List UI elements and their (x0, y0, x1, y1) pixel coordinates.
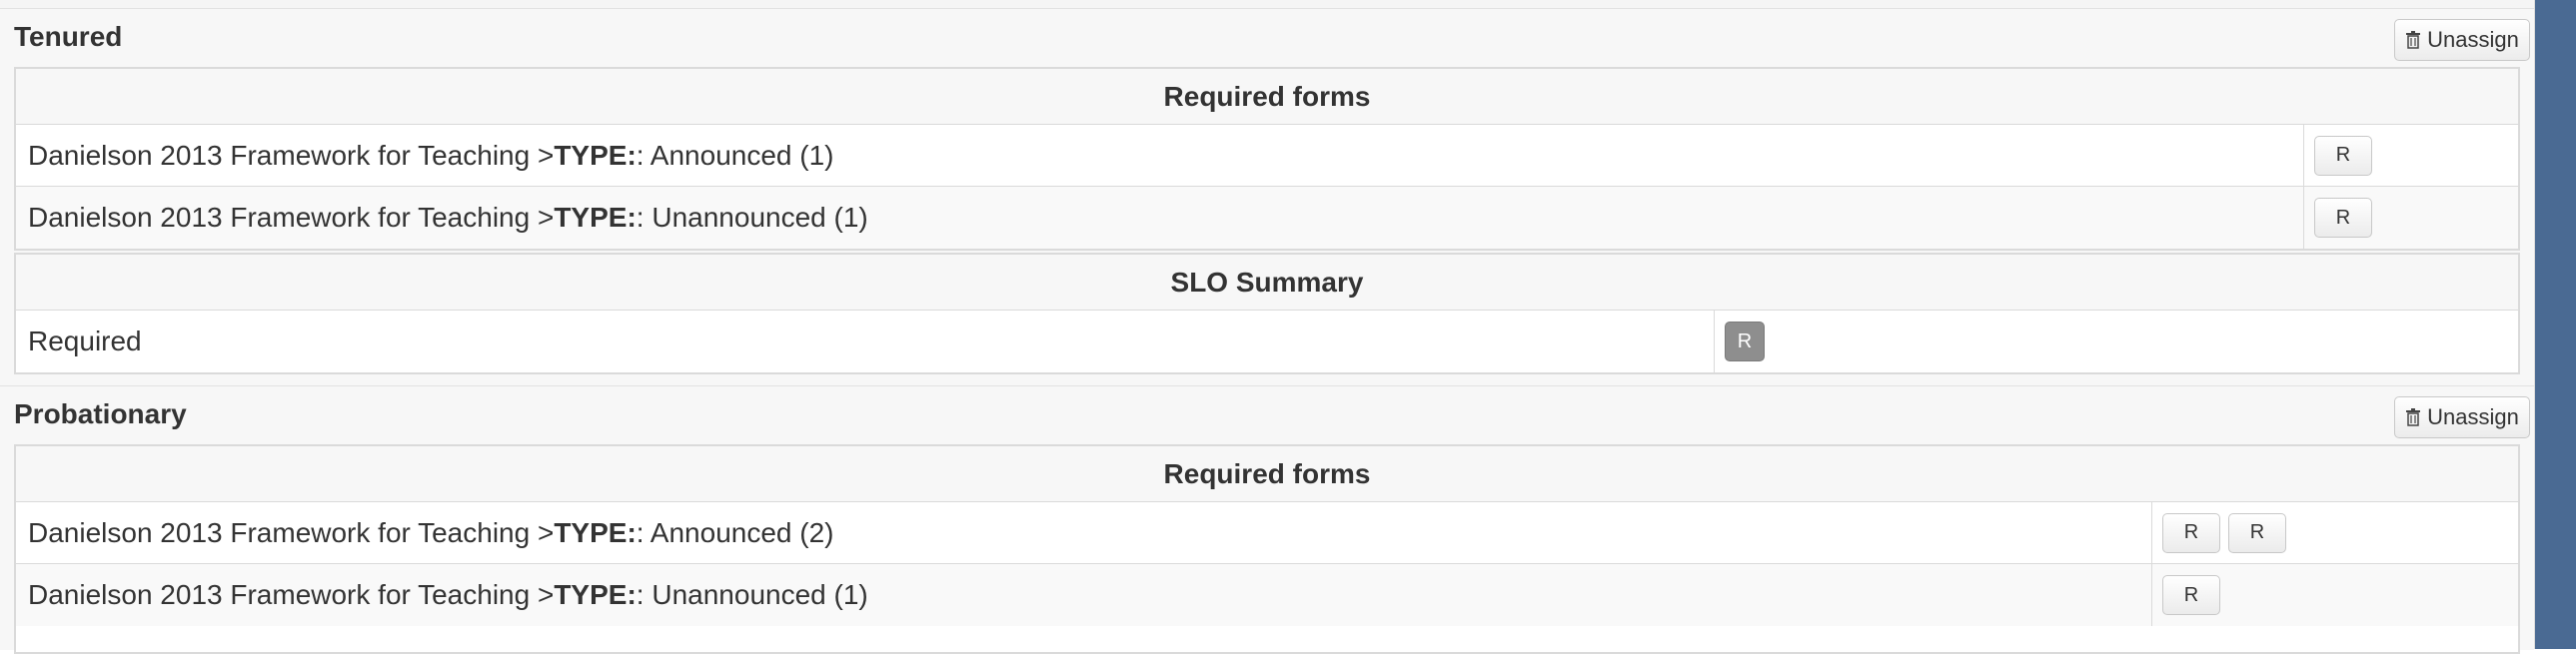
trash-icon (2406, 408, 2421, 426)
group-probationary: Probationary Unassign Required forms Dan… (0, 385, 2534, 654)
r-button[interactable]: R (1725, 322, 1765, 361)
form-actions: R R (2152, 502, 2518, 563)
form-actions: R (2152, 564, 2518, 626)
form-actions: R (2304, 125, 2518, 186)
group-title: Tenured (14, 21, 123, 52)
r-button[interactable]: R (2314, 135, 2372, 176)
slo-label: Required (16, 311, 1715, 372)
table-row: Danielson 2013 Framework for Teaching > … (16, 502, 2518, 564)
slo-summary-table: SLO Summary Required R (14, 253, 2520, 374)
trash-icon (2406, 31, 2421, 49)
table-header: Required forms (16, 446, 2518, 502)
table-row: Required R (16, 311, 2518, 372)
unassign-button[interactable]: Unassign (2394, 19, 2530, 61)
unassign-label: Unassign (2427, 27, 2519, 52)
group-tenured: Tenured Unassign Required forms Danielso… (0, 8, 2534, 388)
table-header: SLO Summary (16, 255, 2518, 311)
table-row: Danielson 2013 Framework for Teaching > … (16, 187, 2518, 249)
r-button[interactable]: R (2162, 512, 2220, 553)
scrollbar[interactable] (2535, 0, 2576, 649)
slo-actions: R (1715, 311, 2518, 372)
form-name: Danielson 2013 Framework for Teaching > … (16, 187, 2304, 249)
form-name: Danielson 2013 Framework for Teaching > … (16, 502, 2152, 563)
unassign-button[interactable]: Unassign (2394, 396, 2530, 438)
unassign-label: Unassign (2427, 404, 2519, 429)
form-name: Danielson 2013 Framework for Teaching > … (16, 125, 2304, 186)
form-actions: R (2304, 187, 2518, 249)
group-title: Probationary (14, 398, 187, 429)
table-header: Required forms (16, 69, 2518, 125)
r-button[interactable]: R (2228, 512, 2286, 553)
table-row: Danielson 2013 Framework for Teaching > … (16, 125, 2518, 187)
required-forms-table: Required forms Danielson 2013 Framework … (14, 67, 2520, 251)
assignment-panel: Tenured Unassign Required forms Danielso… (0, 0, 2535, 654)
r-button[interactable]: R (2314, 198, 2372, 238)
form-name: Danielson 2013 Framework for Teaching > … (16, 564, 2152, 626)
r-button[interactable]: R (2162, 575, 2220, 615)
required-forms-table: Required forms Danielson 2013 Framework … (14, 444, 2520, 654)
table-row: Danielson 2013 Framework for Teaching > … (16, 564, 2518, 626)
